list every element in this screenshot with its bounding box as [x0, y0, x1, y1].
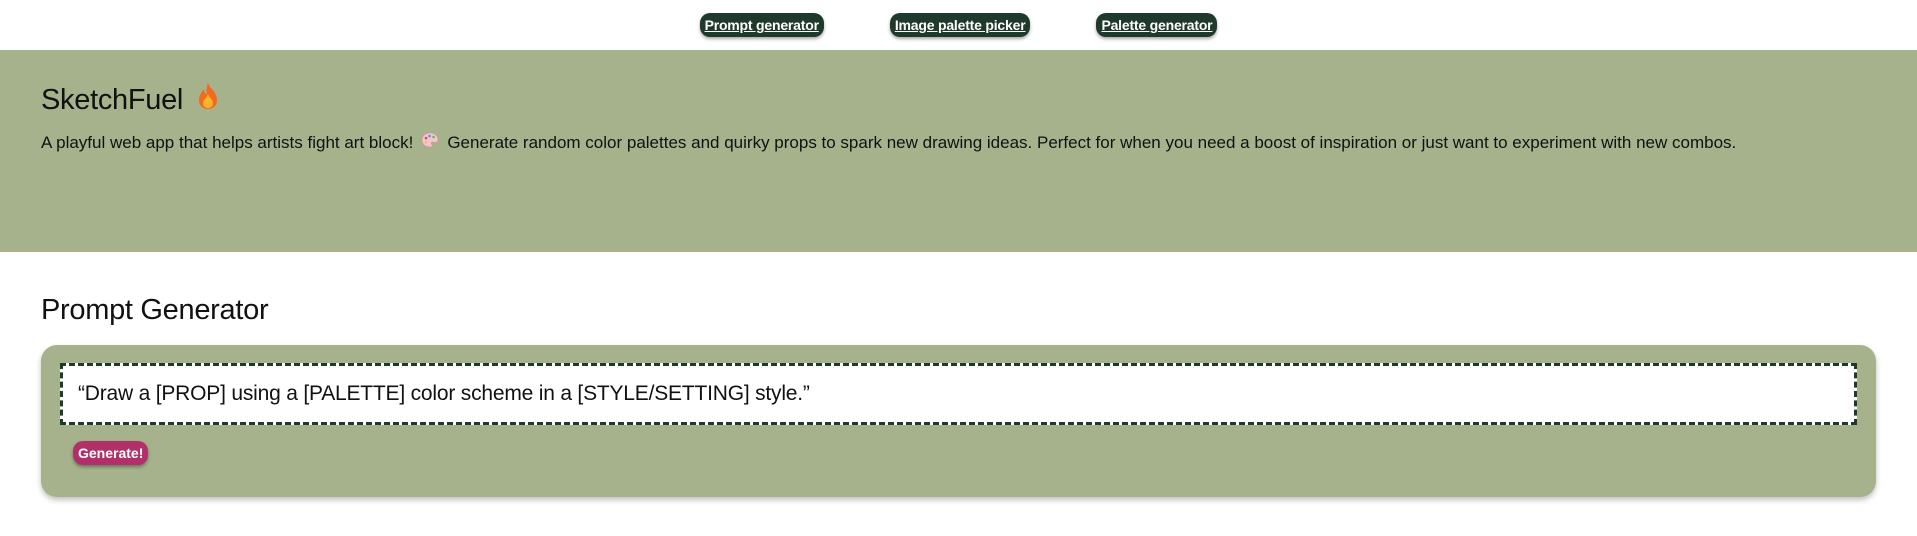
section-title: Prompt Generator — [41, 294, 269, 326]
fire-icon — [197, 82, 219, 118]
prompt-generator-section: Prompt Generator “Draw a [PROP] using a … — [0, 252, 1917, 497]
description-text-end: Generate random color palettes and quirk… — [447, 132, 1737, 152]
app-description: A playful web app that helps artists fig… — [41, 132, 1876, 153]
prompt-output: “Draw a [PROP] using a [PALETTE] color s… — [60, 363, 1857, 425]
top-navigation: Prompt generator Image palette picker Pa… — [0, 0, 1917, 50]
hero-banner: SketchFuel A playful web app that helps … — [0, 50, 1917, 252]
nav-prompt-generator-link[interactable]: Prompt generator — [699, 13, 824, 37]
generate-button[interactable]: Generate! — [73, 441, 149, 465]
nav-palette-generator-link[interactable]: Palette generator — [1096, 13, 1218, 37]
nav-image-palette-picker-link[interactable]: Image palette picker — [889, 13, 1031, 37]
prompt-card: “Draw a [PROP] using a [PALETTE] color s… — [41, 345, 1876, 497]
app-title: SketchFuel — [41, 82, 1876, 118]
description-text-start: A playful web app that helps artists fig… — [41, 132, 414, 152]
artist-palette-icon — [421, 132, 439, 153]
app-title-text: SketchFuel — [41, 83, 184, 116]
